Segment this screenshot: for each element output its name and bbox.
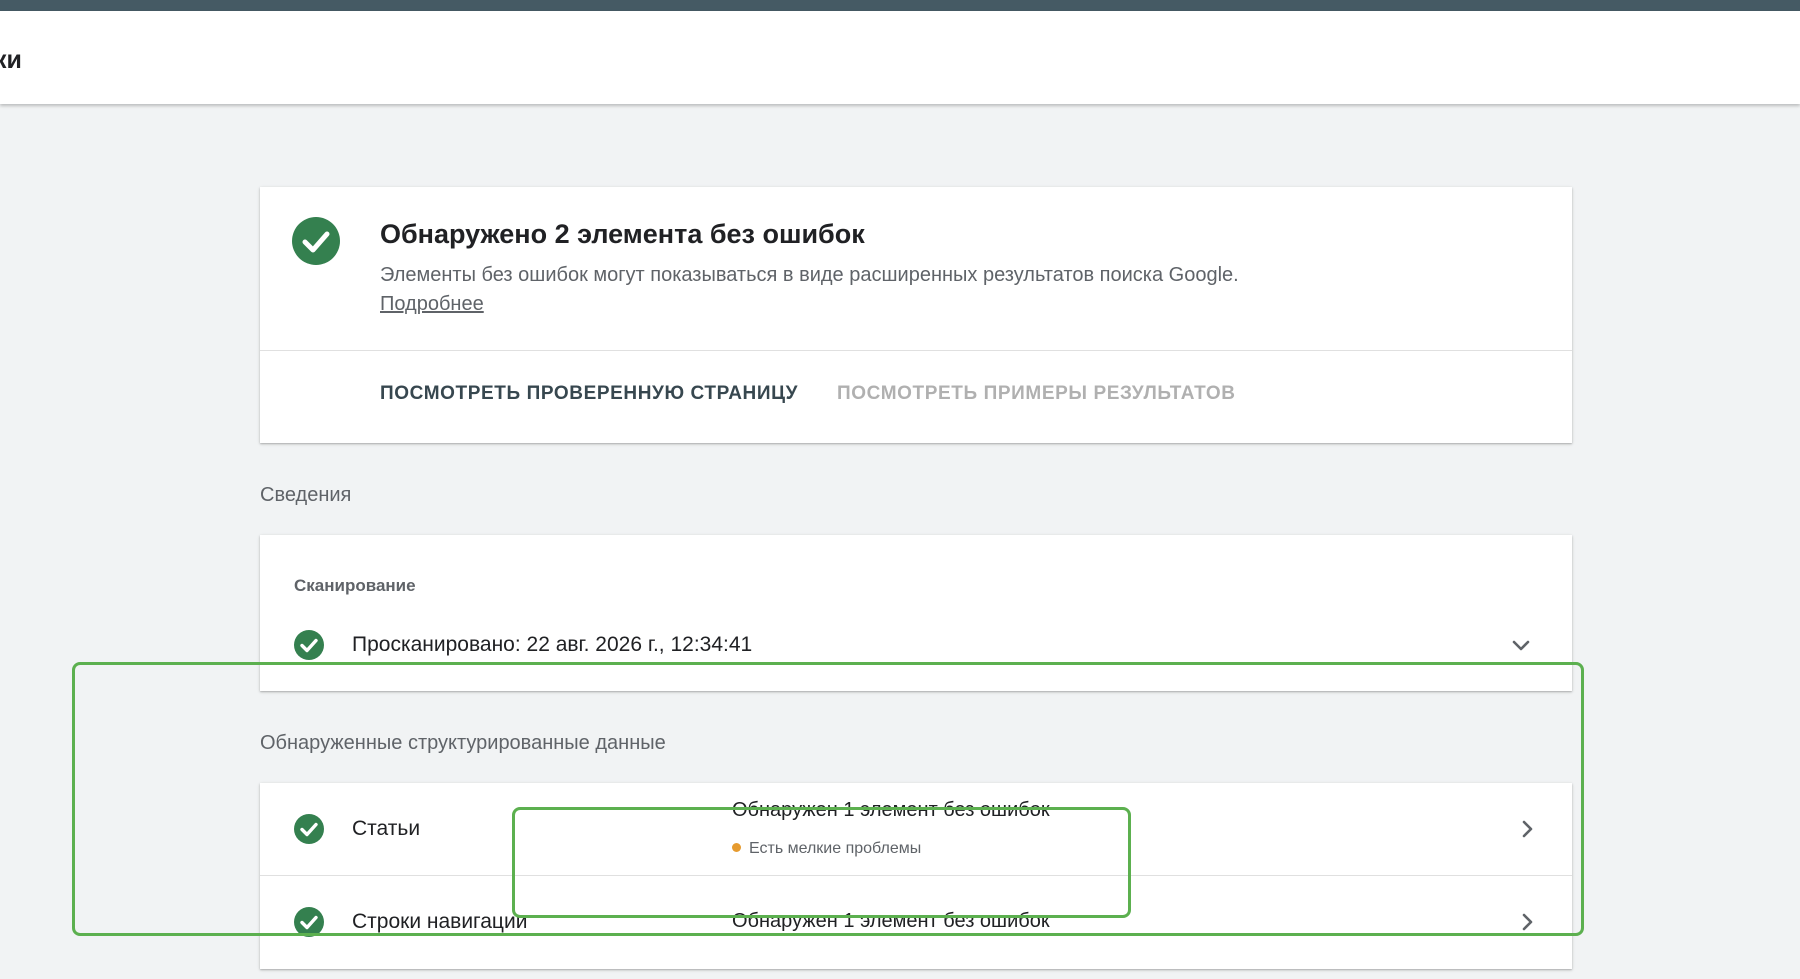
- check-circle-icon: [294, 907, 324, 937]
- chevron-down-icon[interactable]: [1508, 633, 1534, 659]
- page-title: ки: [0, 46, 22, 74]
- check-circle-icon: [294, 630, 324, 660]
- chevron-right-icon[interactable]: [1514, 909, 1540, 935]
- item-note-text: Есть мелкие проблемы: [749, 840, 922, 857]
- chevron-right-icon[interactable]: [1514, 816, 1540, 842]
- header: ки: [0, 11, 1800, 104]
- structured-data-section-title: Обнаруженные структурированные данные: [260, 732, 666, 754]
- divider: [260, 350, 1572, 351]
- crawl-date: Просканировано: 22 авг. 2026 г., 12:34:4…: [352, 633, 753, 656]
- check-circle-icon: [294, 814, 324, 844]
- warning-dot-icon: [732, 843, 741, 852]
- list-item-breadcrumbs[interactable]: Строки навигации Обнаружен 1 элемент без…: [260, 876, 1572, 969]
- view-tested-page-button[interactable]: ПОСМОТРЕТЬ ПРОВЕРЕННУЮ СТРАНИЦУ: [380, 383, 798, 405]
- crawl-card[interactable]: Сканирование Просканировано: 22 авг. 202…: [260, 535, 1572, 691]
- item-status: Обнаружен 1 элемент без ошибок: [732, 910, 1050, 932]
- structured-data-card: Статьи Обнаружен 1 элемент без ошибок Ес…: [260, 783, 1572, 969]
- item-note: Есть мелкие проблемы: [732, 840, 921, 858]
- summary-title: Обнаружено 2 элемента без ошибок: [380, 219, 865, 249]
- top-bar: [0, 0, 1800, 11]
- item-name: Строки навигации: [352, 910, 528, 933]
- summary-description-text: Элементы без ошибок могут показываться в…: [380, 264, 1239, 286]
- details-section-title: Сведения: [260, 484, 352, 506]
- summary-card: Обнаружено 2 элемента без ошибок Элемент…: [260, 187, 1572, 443]
- view-search-results-button[interactable]: ПОСМОТРЕТЬ ПРИМЕРЫ РЕЗУЛЬТАТОВ: [837, 383, 1236, 405]
- check-circle-icon: [292, 217, 340, 265]
- summary-description: Элементы без ошибок могут показываться в…: [380, 261, 1240, 319]
- item-status: Обнаружен 1 элемент без ошибок: [732, 799, 1050, 821]
- crawl-label: Сканирование: [294, 576, 416, 595]
- item-name: Статьи: [352, 817, 421, 840]
- learn-more-link[interactable]: Подробнее: [380, 293, 484, 315]
- list-item-articles[interactable]: Статьи Обнаружен 1 элемент без ошибок Ес…: [260, 783, 1572, 875]
